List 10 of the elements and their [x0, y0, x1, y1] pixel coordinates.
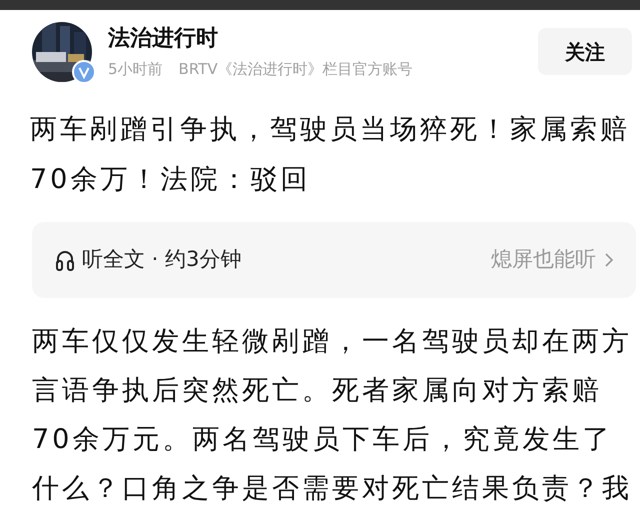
post-time: 5小时前	[108, 59, 163, 80]
follow-button[interactable]: 关注	[538, 28, 632, 75]
article-body: 两车仅仅发生轻微剐蹭，一名驾驶员却在两方言语争执后突然死亡。死者家属向对方索赔70余万元。两名驾驶员下车后，究竟发生了什么？口角之争是否需要对死亡结果负责？我	[32, 325, 633, 506]
article-headline: 两车剐蹭引争执，驾驶员当场猝死！家属索赔70余万！法院：驳回	[30, 113, 631, 197]
account-name[interactable]: 法治进行时	[108, 24, 538, 54]
listen-card[interactable]: 听全文 · 约3分钟 熄屏也能听	[32, 222, 636, 298]
listen-label: 听全文 · 约3分钟	[82, 246, 242, 274]
headphones-icon	[56, 249, 74, 271]
chevron-right-icon	[604, 252, 614, 268]
account-description: BRTV《法治进行时》栏目官方账号	[178, 59, 413, 80]
